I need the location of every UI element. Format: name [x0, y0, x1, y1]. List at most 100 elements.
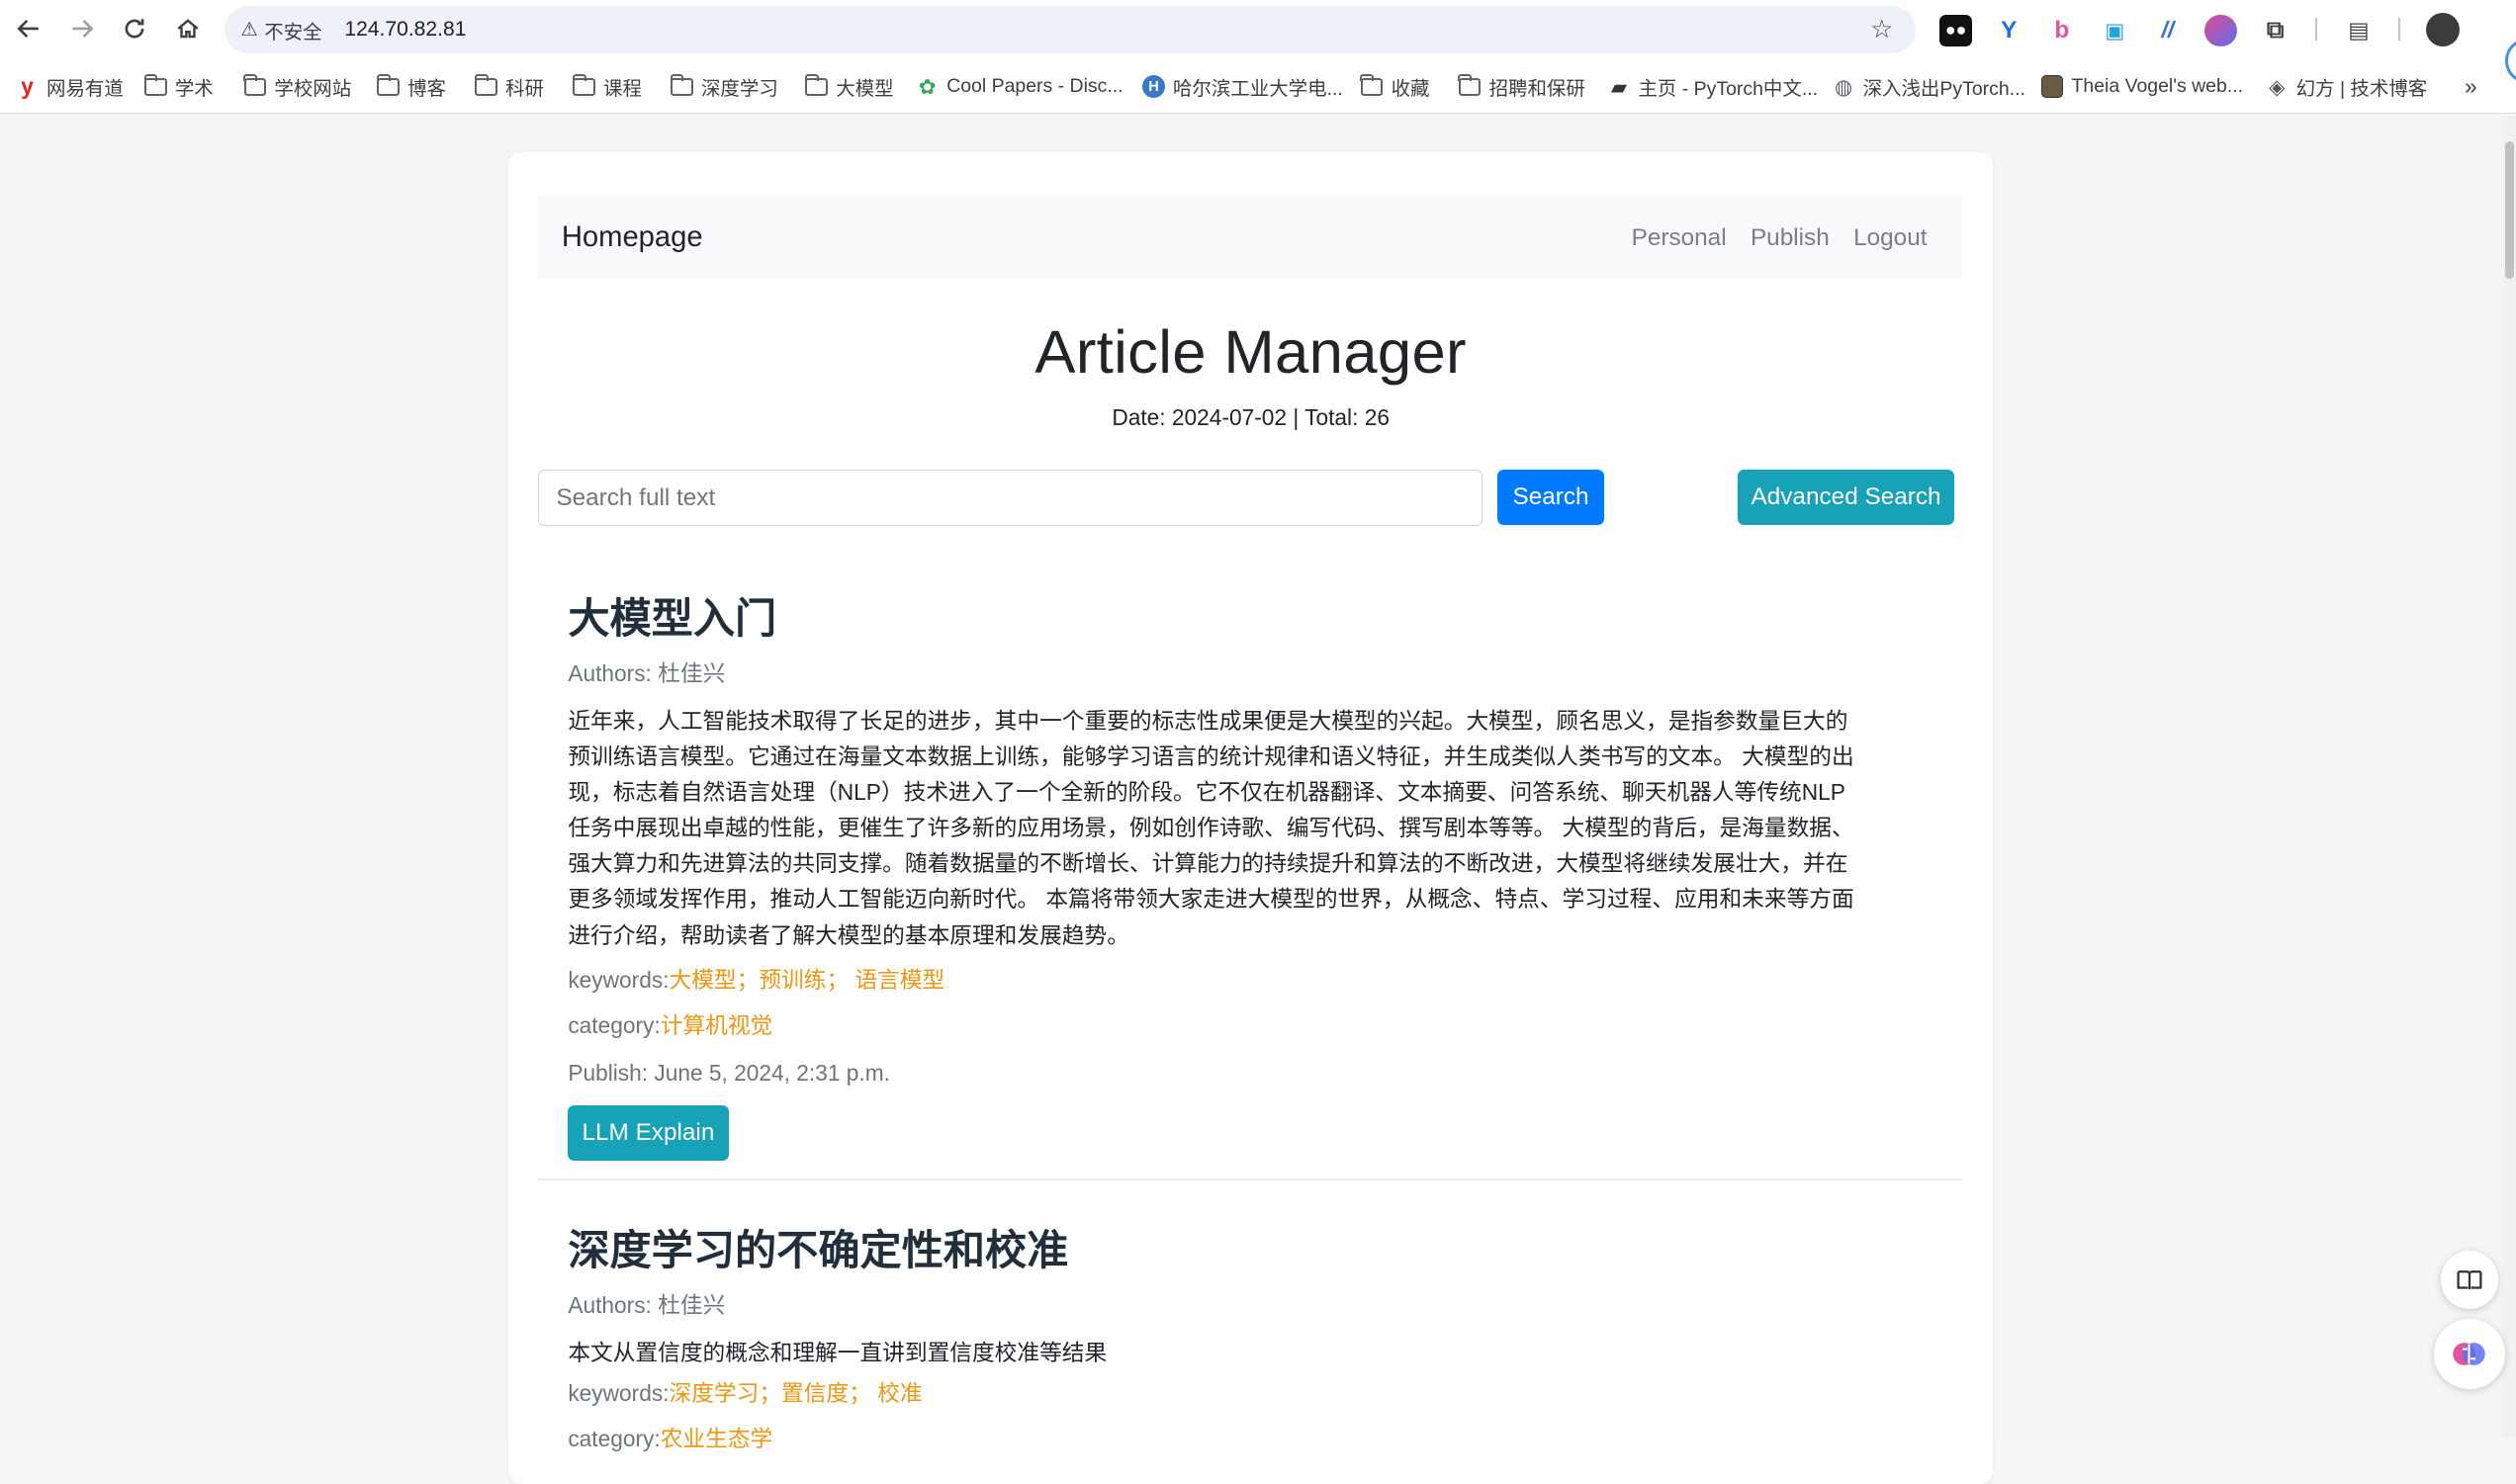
bookmark-folder-research[interactable]: 科研	[474, 72, 544, 101]
bookmark-folder-llm[interactable]: 大模型	[805, 72, 894, 101]
toolbar-divider	[2315, 17, 2317, 41]
abstract-line: 预训练语言模型。它通过在海量文本数据上训练，能够学习语言的统计规律和语义特征，并…	[568, 742, 1854, 769]
article-item: 大模型入门 Authors: 杜佳兴 近年来，人工智能技术取得了长足的进步，其中…	[568, 585, 1947, 1161]
theia-icon	[2040, 75, 2064, 98]
bookmark-star-icon[interactable]: ☆	[1870, 15, 1893, 44]
site-navbar: Homepage Personal Publish Logout	[537, 195, 1963, 280]
back-icon[interactable]	[11, 11, 46, 46]
article-category: category:计算机视觉	[568, 1007, 1947, 1040]
main-card: Homepage Personal Publish Logout Article…	[508, 152, 1994, 1484]
reader-mode-icon[interactable]	[2440, 1251, 2499, 1309]
bookmark-folder-blog[interactable]: 博客	[376, 72, 446, 101]
page-title: Article Manager	[1034, 318, 1467, 388]
nav-personal-link[interactable]: Personal	[1632, 224, 1727, 252]
folder-icon	[1360, 73, 1384, 97]
abstract-line: 本文从置信度的概念和理解一直讲到置信度校准等结果	[568, 1339, 1108, 1365]
address-bar[interactable]: ⚠ 不安全 124.70.82.81 ☆	[225, 6, 1917, 53]
security-label: 不安全	[264, 21, 322, 44]
abstract-line: 更多领域发挥作用，推动人工智能迈向新时代。 本篇将带领大家走进大模型的世界，从概…	[568, 886, 1854, 913]
folder-icon	[474, 73, 497, 97]
security-indicator[interactable]: ⚠ 不安全	[240, 16, 321, 44]
article-authors: Authors: 杜佳兴	[568, 1292, 726, 1319]
warning-icon: ⚠	[240, 19, 258, 41]
article-divider	[537, 1178, 1963, 1181]
bookmark-youdao[interactable]: y 网易有道	[16, 72, 124, 101]
bookmark-folder-courses[interactable]: 课程	[572, 72, 642, 101]
keywords-value[interactable]: 大模型；预训练； 语言模型	[670, 967, 945, 993]
folder-icon	[143, 73, 167, 97]
bookmark-huanfang[interactable]: ◈ 幻方 | 技术博客	[2266, 72, 2427, 101]
scrollbar-thumb[interactable]	[2504, 140, 2515, 280]
category-label: category:	[568, 1012, 661, 1039]
translate-ext-icon[interactable]: Y	[1993, 15, 2024, 46]
bookmark-label: 幻方 | 技术博客	[2295, 78, 2428, 101]
nav-publish-link[interactable]: Publish	[1751, 224, 1830, 252]
ai-assistant-brain-icon[interactable]	[2434, 1318, 2505, 1389]
advanced-search-button[interactable]: Advanced Search	[1738, 470, 1955, 525]
huanfang-icon: ◈	[2269, 75, 2286, 99]
extensions-puzzle-icon[interactable]: ⧉	[2259, 15, 2291, 46]
bing-icon[interactable]: b	[2046, 15, 2078, 46]
toolbar-divider	[2398, 17, 2401, 41]
tampermonkey-icon[interactable]: ●●	[1939, 14, 1972, 47]
browser-toolbar: ⚠ 不安全 124.70.82.81 ☆ ●● Y b ▣ // ⧉ ▤	[0, 0, 2516, 60]
coolpapers-icon: ✿	[918, 75, 937, 99]
book-icon: ▰	[1610, 75, 1628, 99]
bookmark-folder-school[interactable]: 学校网站	[243, 72, 351, 101]
home-icon[interactable]	[170, 11, 206, 46]
search-input[interactable]	[537, 470, 1483, 527]
globe-icon: ◍	[1834, 75, 1853, 99]
nav-logout-link[interactable]: Logout	[1853, 224, 1927, 252]
article-title[interactable]: 深度学习的不确定性和校准	[568, 1217, 1947, 1277]
forward-icon[interactable]	[64, 11, 100, 46]
url-text[interactable]: 124.70.82.81	[344, 18, 466, 42]
bookmark-coolpapers[interactable]: ✿ Cool Papers - Disc...	[916, 72, 1123, 101]
folder-icon	[243, 73, 267, 97]
bookmark-folder-xueshu[interactable]: 学术	[143, 72, 214, 101]
article-keywords: keywords:大模型；预训练； 语言模型	[568, 962, 1947, 995]
homepage-link[interactable]: Homepage	[562, 221, 703, 254]
abstract-line: 近年来，人工智能技术取得了长足的进步，其中一个重要的标志性成果便是大模型的兴起。…	[568, 707, 1848, 734]
folder-icon	[572, 73, 595, 97]
bookmark-label: 深入浅出PyTorch...	[1862, 78, 2025, 101]
keywords-label: keywords:	[568, 1379, 670, 1406]
folder-icon	[805, 73, 829, 97]
article-title[interactable]: 大模型入门	[568, 585, 1947, 646]
llm-explain-button[interactable]: LLM Explain	[568, 1105, 729, 1161]
date-total-line: Date: 2024-07-02 | Total: 26	[1112, 403, 1390, 430]
category-value[interactable]: 计算机视觉	[661, 1012, 773, 1038]
article-category: category:农业生态学	[568, 1421, 1947, 1453]
bookmark-label: 大模型	[836, 78, 894, 101]
bookmark-theia[interactable]: Theia Vogel's web...	[2040, 72, 2244, 101]
category-label: category:	[568, 1425, 661, 1451]
article-authors: Authors: 杜佳兴	[568, 659, 726, 686]
reload-icon[interactable]	[117, 11, 152, 46]
bookmarks-bar: y 网易有道 学术 学校网站 博客 科研 课程 深度学习 大模型 ✿ Cool …	[0, 59, 2516, 115]
profile-avatar[interactable]	[2426, 12, 2461, 47]
keywords-value[interactable]: 深度学习；置信度； 校准	[670, 1380, 923, 1406]
bookmark-label: 博客	[407, 78, 446, 101]
more-bookmarks-icon[interactable]: »	[2465, 72, 2477, 101]
bookmark-folder-favorites[interactable]: 收藏	[1360, 72, 1430, 101]
article-keywords: keywords:深度学习；置信度； 校准	[568, 1375, 1947, 1408]
bookmark-label: Theia Vogel's web...	[2071, 75, 2244, 98]
bookmark-folder-deeplearning[interactable]: 深度学习	[670, 72, 778, 101]
search-button[interactable]: Search	[1496, 470, 1605, 525]
colorful-ext-icon[interactable]	[2204, 14, 2237, 47]
folder-icon	[376, 73, 400, 97]
bookmark-pytorch-cn[interactable]: ▰ 主页 - PyTorch中文...	[1608, 72, 1818, 101]
bilibili-icon[interactable]: ▣	[2099, 15, 2130, 46]
ai-ext-icon[interactable]: //	[2152, 15, 2184, 46]
bookmark-label: 深度学习	[700, 78, 778, 101]
bookmark-pytorch-tutorial[interactable]: ◍ 深入浅出PyTorch...	[1833, 72, 2025, 101]
folder-icon	[1458, 73, 1482, 97]
bookmark-label: 课程	[603, 78, 642, 101]
abstract-line: 进行介绍，帮助读者了解大模型的基本原理和发展趋势。	[568, 921, 1129, 948]
bookmark-folder-jobs[interactable]: 招聘和保研	[1458, 72, 1585, 101]
bookmark-hit[interactable]: H 哈尔滨工业大学电...	[1142, 72, 1343, 101]
reading-list-icon[interactable]: ▤	[2343, 15, 2375, 46]
article-publish-date: Publish: June 5, 2024, 2:31 p.m.	[568, 1059, 890, 1086]
bookmark-label: 学术	[174, 78, 214, 101]
category-value[interactable]: 农业生态学	[661, 1426, 773, 1451]
page-scrollbar[interactable]	[2503, 115, 2516, 1438]
